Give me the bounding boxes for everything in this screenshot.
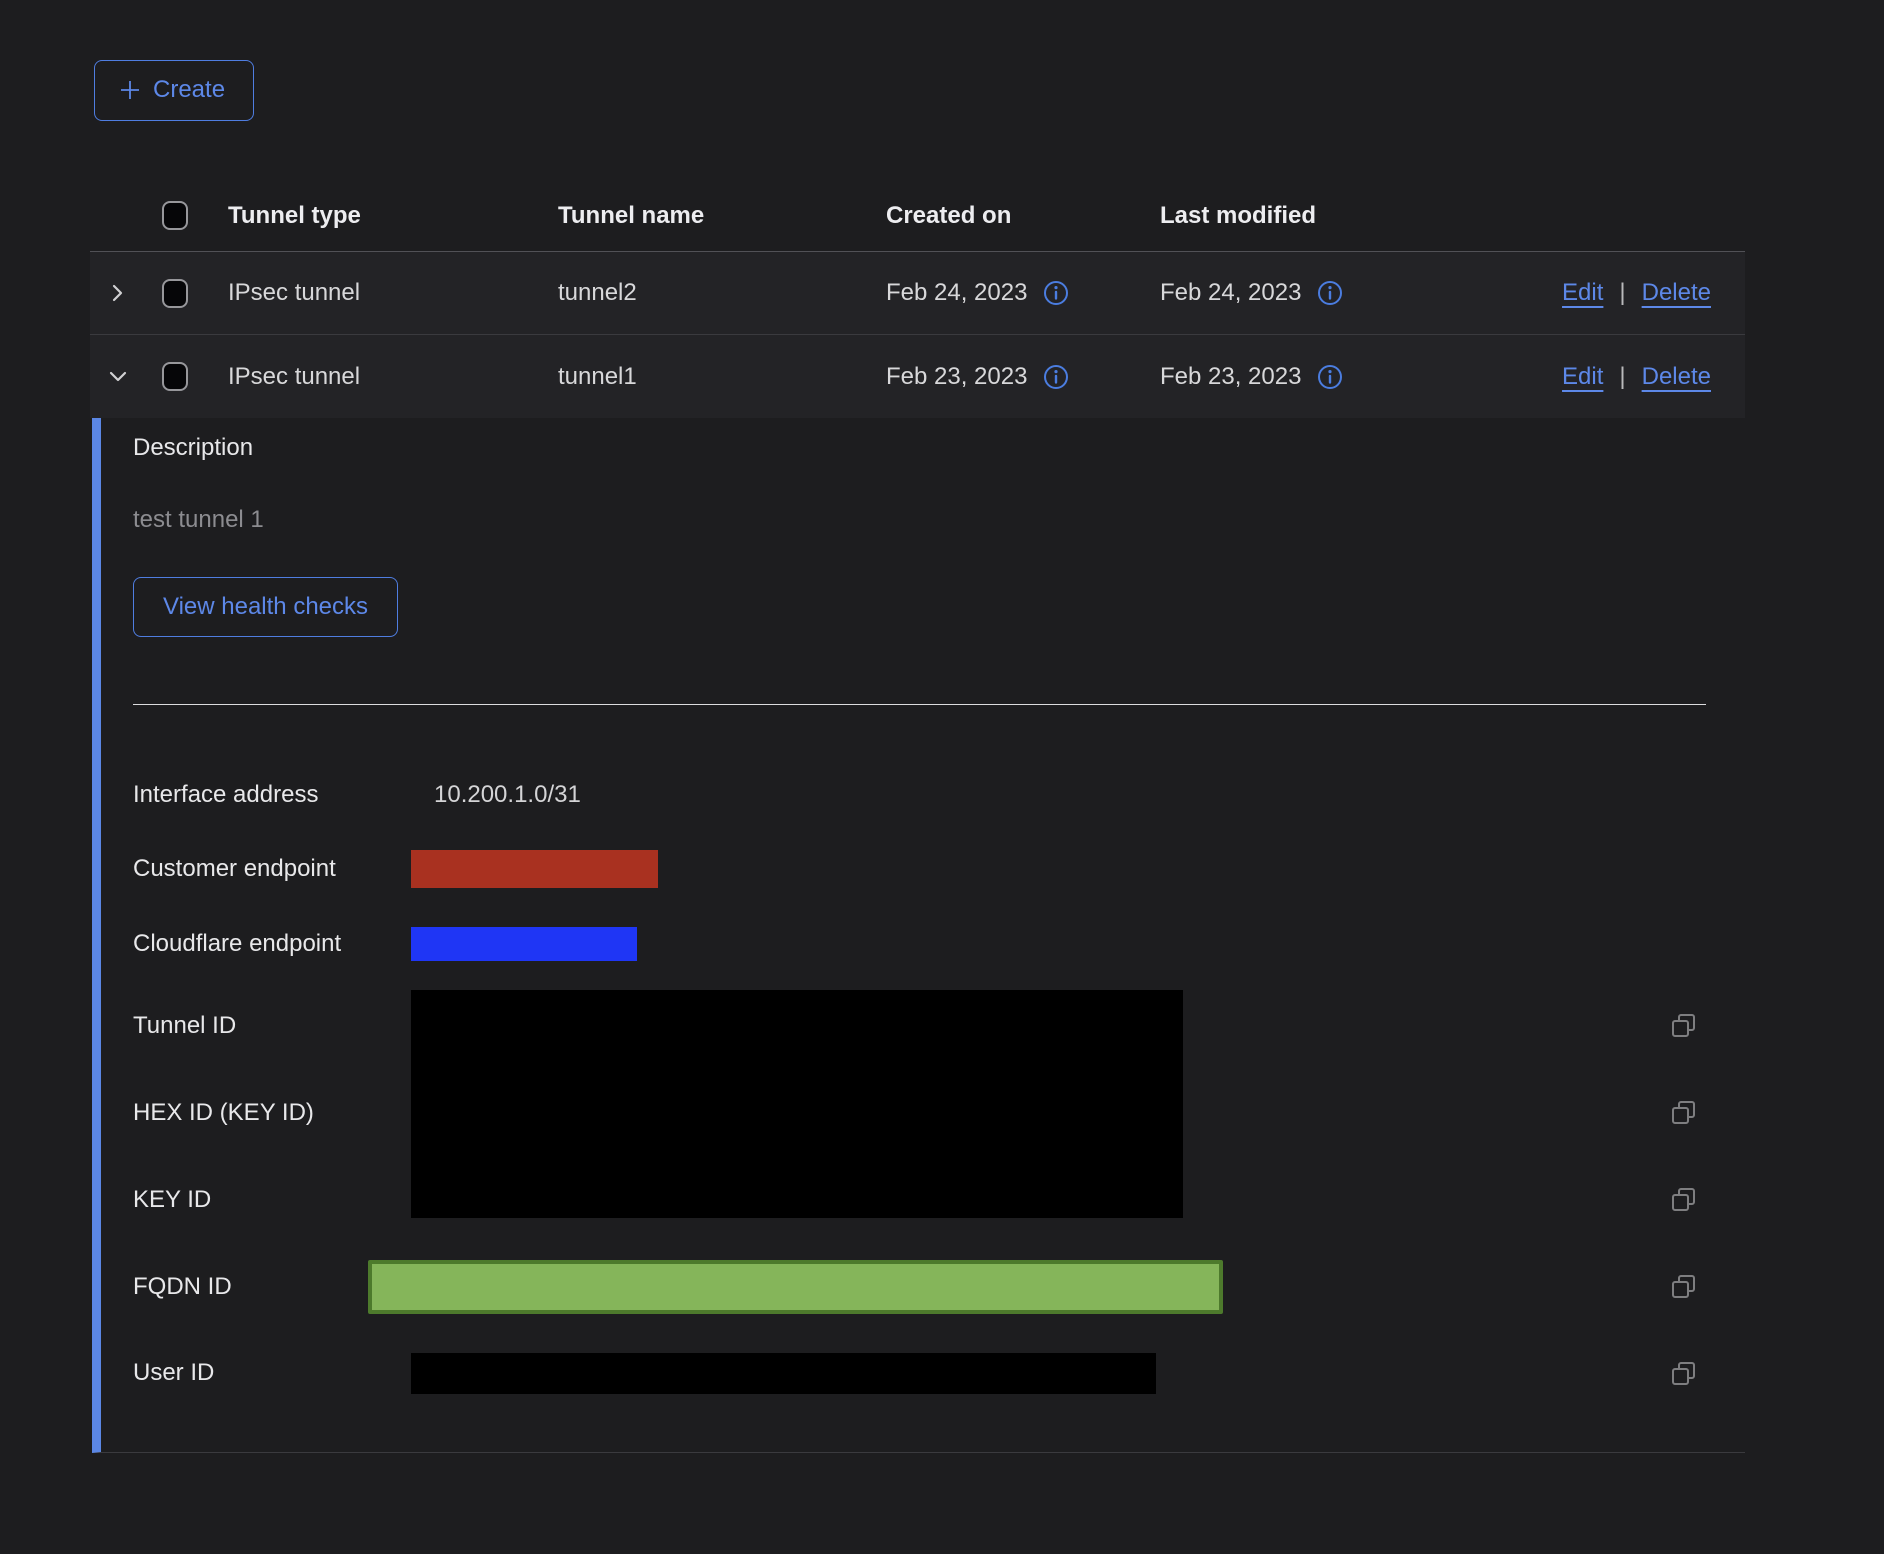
copy-icon[interactable] (1670, 1186, 1697, 1213)
description-value: test tunnel 1 (133, 506, 1745, 534)
plus-icon (119, 79, 141, 101)
tunnel-id-label: Tunnel ID (133, 1012, 411, 1040)
tunnel-details: Interface address 10.200.1.0/31 Customer… (133, 758, 1745, 1416)
column-header-tunnel-type: Tunnel type (216, 202, 546, 230)
info-icon[interactable] (1043, 280, 1069, 306)
detail-row-user-id: User ID (133, 1330, 1745, 1416)
ids-redaction-block (411, 990, 1183, 1218)
tunnel-name-cell: tunnel1 (546, 363, 874, 391)
info-icon[interactable] (1317, 364, 1343, 390)
last-modified-cell: Feb 23, 2023 (1160, 363, 1301, 391)
create-button-label: Create (153, 76, 225, 104)
copy-icon[interactable] (1670, 1360, 1697, 1387)
row-checkbox-tunnel2[interactable] (162, 279, 188, 308)
detail-row-fqdn-id: FQDN ID (133, 1243, 1745, 1330)
edit-link-tunnel1[interactable]: Edit (1562, 363, 1603, 391)
tunnel1-expanded-panel: Description test tunnel 1 View health ch… (92, 418, 1745, 1453)
cloudflare-endpoint-redaction (411, 927, 637, 961)
key-id-label: KEY ID (133, 1186, 411, 1214)
interface-address-value: 10.200.1.0/31 (434, 781, 581, 809)
actions-separator: | (1619, 279, 1625, 307)
tunnels-table: Tunnel type Tunnel name Created on Last … (90, 180, 1745, 1453)
detail-row-customer-endpoint: Customer endpoint (133, 832, 1745, 906)
expand-chevron-right-icon[interactable] (107, 282, 129, 304)
tunnel-type-cell: IPsec tunnel (216, 363, 546, 391)
user-id-redaction (411, 1353, 1156, 1394)
copy-icon[interactable] (1670, 1273, 1697, 1300)
create-tunnel-button[interactable]: Create (94, 60, 254, 121)
description-label: Description (133, 434, 1745, 462)
created-on-cell: Feb 23, 2023 (886, 363, 1027, 391)
column-header-last-modified: Last modified (1148, 202, 1428, 230)
info-icon[interactable] (1043, 364, 1069, 390)
actions-separator: | (1619, 363, 1625, 391)
table-header-row: Tunnel type Tunnel name Created on Last … (90, 180, 1745, 252)
customer-endpoint-redaction (411, 850, 658, 888)
view-health-checks-button[interactable]: View health checks (133, 577, 398, 637)
edit-link-tunnel2[interactable]: Edit (1562, 279, 1603, 307)
select-all-checkbox[interactable] (162, 201, 188, 230)
delete-link-tunnel2[interactable]: Delete (1642, 279, 1711, 307)
tunnel-name-cell: tunnel2 (546, 279, 874, 307)
table-row-tunnel2: IPsec tunnel tunnel2 Feb 24, 2023 Feb 24… (90, 252, 1745, 335)
last-modified-cell: Feb 24, 2023 (1160, 279, 1301, 307)
user-id-label: User ID (133, 1359, 411, 1387)
cloudflare-endpoint-label: Cloudflare endpoint (133, 930, 411, 958)
tunnel-type-cell: IPsec tunnel (216, 279, 546, 307)
delete-link-tunnel1[interactable]: Delete (1642, 363, 1711, 391)
copy-icon[interactable] (1670, 1099, 1697, 1126)
ipsec-tunnels-page: Create Tunnel type Tunnel name Created o… (0, 0, 1884, 1554)
section-divider (133, 704, 1706, 705)
collapse-chevron-down-icon[interactable] (107, 366, 129, 388)
customer-endpoint-label: Customer endpoint (133, 855, 411, 883)
row-checkbox-tunnel1[interactable] (162, 362, 188, 391)
table-row-tunnel1: IPsec tunnel tunnel1 Feb 23, 2023 Feb 23… (90, 335, 1745, 418)
info-icon[interactable] (1317, 280, 1343, 306)
fqdn-id-redaction (368, 1260, 1223, 1314)
column-header-tunnel-name: Tunnel name (546, 202, 874, 230)
column-header-created-on: Created on (874, 202, 1148, 230)
detail-row-cloudflare-endpoint: Cloudflare endpoint (133, 906, 1745, 982)
created-on-cell: Feb 24, 2023 (886, 279, 1027, 307)
copy-icon[interactable] (1670, 1012, 1697, 1039)
hex-id-label: HEX ID (KEY ID) (133, 1099, 411, 1127)
detail-row-interface-address: Interface address 10.200.1.0/31 (133, 758, 1745, 832)
interface-address-label: Interface address (133, 781, 411, 809)
